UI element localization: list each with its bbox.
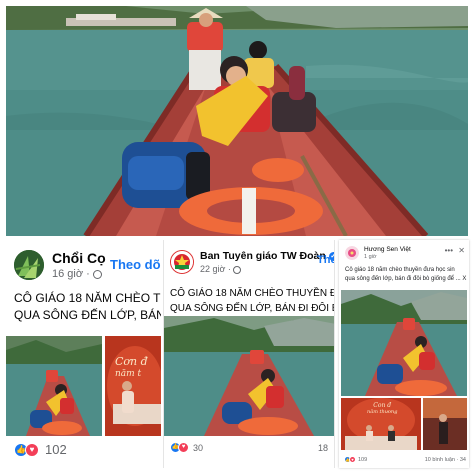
boat-photo: [6, 6, 468, 236]
post-headline: CÔ GIÁO 18 NĂM CHÈO T QUA SÔNG ĐẾN LỚP, …: [14, 291, 161, 322]
reaction-count[interactable]: 102: [45, 442, 67, 457]
follow-button[interactable]: Theo dõ: [110, 257, 161, 272]
post-headline: CÔ GIÁO 18 NĂM CHÈO THUYỀN ĐƯA HỌ QUA SÔ…: [170, 288, 334, 314]
post-card-choi-co[interactable]: Chổi Cọ 16 giờ · Theo dõ CÔ GIÁO 18 NĂM …: [6, 240, 161, 468]
avatar[interactable]: [170, 250, 194, 274]
comment-count[interactable]: 18: [318, 443, 328, 453]
post-photo[interactable]: [341, 290, 467, 396]
avatar[interactable]: [345, 246, 359, 260]
avatar[interactable]: [14, 250, 44, 280]
post-photo[interactable]: [6, 336, 102, 436]
post-card-huong-sen-viet[interactable]: Hương Sen Việt 1 giờ ••• ✕ Cô giáo 18 nă…: [339, 240, 469, 468]
page-name[interactable]: Ban Tuyên giáo TW Đoàn: [200, 250, 326, 262]
close-icon[interactable]: ✕: [458, 246, 465, 255]
post-caption: Cô giáo 18 năm chèo thuyền đưa học sin q…: [345, 267, 467, 282]
globe-icon: [233, 265, 242, 274]
post-time[interactable]: 22 giờ: [200, 264, 225, 274]
love-reaction-icon[interactable]: ♥: [349, 456, 356, 463]
more-dots-icon[interactable]: •••: [445, 246, 453, 255]
globe-icon: [92, 269, 102, 279]
studio-thumbnail[interactable]: Cơn đ năm t: [105, 336, 161, 436]
post-photo[interactable]: [164, 316, 334, 436]
love-reaction-icon[interactable]: ♥: [25, 442, 39, 457]
reaction-count[interactable]: 109: [358, 457, 367, 463]
comment-count[interactable]: 10 bình luận · 34: [425, 457, 466, 463]
studio-photo[interactable]: [423, 398, 467, 450]
studio-thumbnail[interactable]: Con đ năm thương: [341, 398, 421, 450]
reaction-count[interactable]: 30: [193, 443, 203, 453]
thumbnail-title: Cơn đ: [115, 355, 148, 368]
love-reaction-icon[interactable]: ♥: [178, 442, 189, 453]
post-time[interactable]: 16 giờ: [52, 268, 83, 280]
thumbnail-title: Con đ: [373, 402, 392, 409]
page-name[interactable]: Hương Sen Việt: [364, 246, 411, 253]
page-name[interactable]: Chổi Cọ: [52, 250, 106, 266]
post-card-ban-tuyen-giao[interactable]: Ban Tuyên giáo TW Đoàn✓ 22 giờ · The CÔ …: [163, 240, 335, 468]
post-time[interactable]: 1 giờ: [364, 254, 411, 260]
follow-button[interactable]: The: [317, 254, 334, 266]
